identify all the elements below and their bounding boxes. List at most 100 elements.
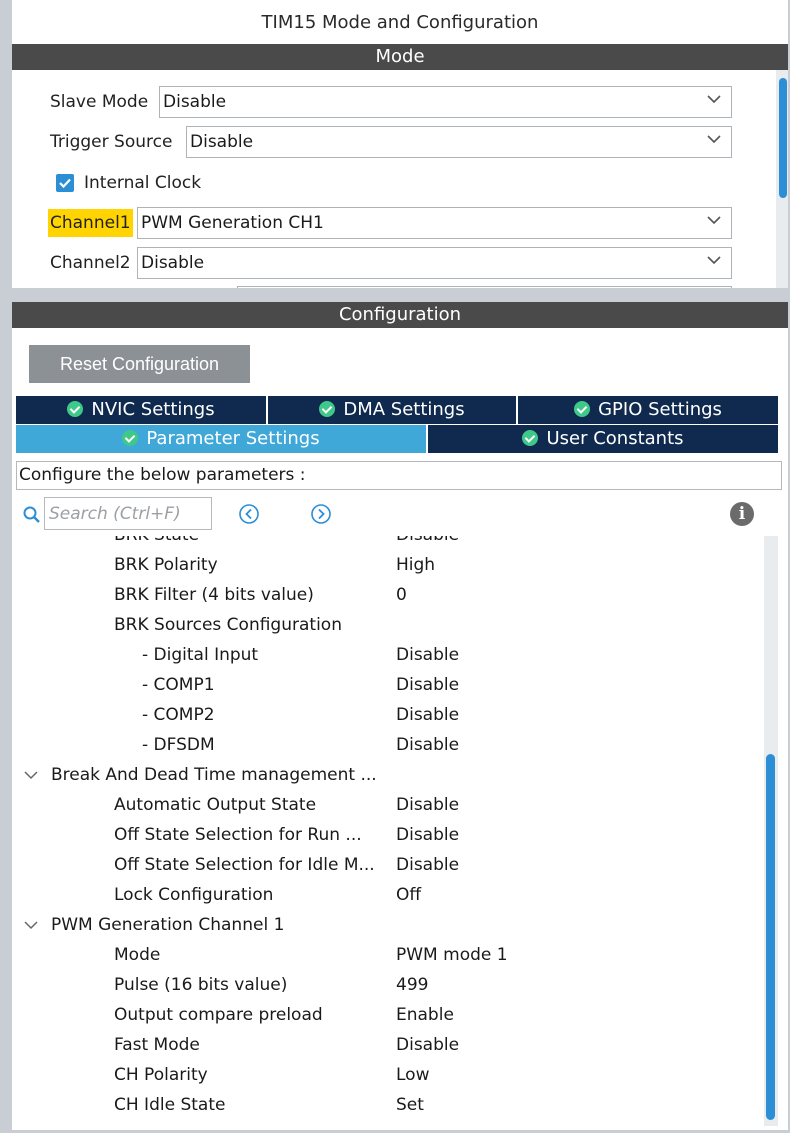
tab-dma-settings[interactable]: DMA Settings <box>268 396 516 424</box>
param-row[interactable]: BRK Sources Configuration <box>16 610 766 640</box>
param-row[interactable]: CH Polarity Low <box>16 1060 766 1090</box>
param-value: Disable <box>396 825 460 845</box>
info-icon[interactable]: i <box>730 502 754 526</box>
tab-gpio-settings[interactable]: GPIO Settings <box>518 396 778 424</box>
param-name: Off State Selection for Run ... <box>114 825 362 845</box>
param-name: Mode <box>114 945 161 965</box>
slave-mode-select[interactable]: Disable <box>159 86 732 118</box>
param-row[interactable]: Fast Mode Disable <box>16 1030 766 1060</box>
param-row[interactable]: Lock Configuration Off <box>16 880 766 910</box>
param-name: BRK Filter (4 bits value) <box>114 585 314 605</box>
internal-clock-label: Internal Clock <box>84 173 202 193</box>
param-name: Lock Configuration <box>114 885 274 905</box>
param-value: Disable <box>396 536 459 550</box>
mode-area: Slave Mode Disable Trigger Source Disabl… <box>12 70 788 288</box>
param-row[interactable]: BRK State Disable <box>16 536 766 550</box>
param-name: - DFSDM <box>142 735 215 755</box>
chevron-down-icon <box>707 95 721 104</box>
check-circle-icon <box>522 430 539 446</box>
param-group-header[interactable]: PWM Generation Channel 1 <box>16 910 766 940</box>
param-name: - COMP2 <box>142 705 215 725</box>
search-icon[interactable] <box>22 505 42 525</box>
check-circle-icon <box>67 401 84 417</box>
previous-match-icon[interactable] <box>238 503 260 525</box>
param-row[interactable]: Off State Selection for Idle M... Disabl… <box>16 850 766 880</box>
param-row[interactable]: Automatic Output State Disable <box>16 790 766 820</box>
param-value: Disable <box>396 645 460 665</box>
param-row[interactable]: BRK Filter (4 bits value) 0 <box>16 580 766 610</box>
check-circle-icon <box>122 430 139 446</box>
param-row[interactable]: - COMP1 Disable <box>16 670 766 700</box>
chevron-down-icon[interactable] <box>24 769 38 781</box>
param-group-name: PWM Generation Channel 1 <box>51 915 285 935</box>
tab-user-constants[interactable]: User Constants <box>428 425 778 453</box>
param-row[interactable]: Off State Selection for Run ... Disable <box>16 820 766 850</box>
tab-label: DMA Settings <box>343 399 465 420</box>
panel-splitter[interactable] <box>12 288 788 302</box>
internal-clock-row: Internal Clock <box>50 167 350 199</box>
param-value: Low <box>396 1065 430 1085</box>
param-name: BRK Sources Configuration <box>114 615 342 635</box>
parameter-list: BRK State Disable BRK Polarity High BRK … <box>16 536 766 1126</box>
reset-configuration-button[interactable]: Reset Configuration <box>29 345 250 383</box>
param-name: Automatic Output State <box>114 795 317 815</box>
channel2-select[interactable]: Disable <box>137 247 732 279</box>
mode-scrollbar-thumb[interactable] <box>779 78 787 198</box>
param-value: 0 <box>396 585 407 605</box>
internal-clock-checkbox[interactable] <box>56 174 74 192</box>
param-row[interactable]: - DFSDM Disable <box>16 730 766 760</box>
chevron-down-icon <box>707 216 721 225</box>
parameter-scrollbar-thumb[interactable] <box>766 754 775 1120</box>
tab-nvic-settings[interactable]: NVIC Settings <box>16 396 266 424</box>
tab-label: Parameter Settings <box>146 428 320 449</box>
mode-scrollbar[interactable] <box>776 70 788 288</box>
channel1-select[interactable]: PWM Generation CH1 <box>137 207 732 239</box>
check-circle-icon <box>319 401 336 417</box>
search-input[interactable] <box>44 497 212 530</box>
mode-section-header: Mode <box>12 44 788 70</box>
param-value: Disable <box>396 795 460 815</box>
parameters-description: Configure the below parameters : <box>16 461 782 490</box>
channel1-value: PWM Generation CH1 <box>141 213 324 233</box>
param-row[interactable]: Pulse (16 bits value) 499 <box>16 970 766 1000</box>
param-value: High <box>396 555 436 575</box>
param-value: Disable <box>396 675 460 695</box>
param-row[interactable]: - COMP2 Disable <box>16 700 766 730</box>
param-value: Disable <box>396 705 460 725</box>
param-value: Set <box>396 1095 424 1115</box>
param-name: - COMP1 <box>142 675 215 695</box>
param-value: 499 <box>396 975 429 995</box>
channel2-label: Channel2 <box>50 253 131 273</box>
check-circle-icon <box>574 401 591 417</box>
param-row[interactable]: Mode PWM mode 1 <box>16 940 766 970</box>
trigger-source-label: Trigger Source <box>50 132 173 152</box>
tab-parameter-settings[interactable]: Parameter Settings <box>16 425 426 453</box>
param-name: BRK State <box>114 536 390 550</box>
param-row[interactable]: BRK Polarity High <box>16 550 766 580</box>
checkmark-icon <box>59 178 71 189</box>
slave-mode-value: Disable <box>163 92 227 112</box>
trigger-source-value: Disable <box>190 132 254 152</box>
tab-label: User Constants <box>546 428 684 449</box>
param-value: Disable <box>396 855 460 875</box>
chevron-down-icon[interactable] <box>24 919 38 931</box>
configuration-section-header: Configuration <box>12 302 788 328</box>
parameter-scrollbar[interactable] <box>764 536 778 1126</box>
chevron-down-icon <box>707 256 721 265</box>
trigger-source-select[interactable]: Disable <box>186 126 732 158</box>
param-value: Off <box>396 885 422 905</box>
param-row[interactable]: - Digital Input Disable <box>16 640 766 670</box>
slave-mode-label: Slave Mode <box>50 92 149 112</box>
param-name: BRK Polarity <box>114 555 218 575</box>
chevron-down-icon <box>707 135 721 144</box>
tim15-config-panel: TIM15 Mode and Configuration Mode Slave … <box>12 0 788 1130</box>
param-row[interactable]: Output compare preload Enable <box>16 1000 766 1030</box>
channel1-label: Channel1 <box>48 209 133 237</box>
param-name: Output compare preload <box>114 1005 323 1025</box>
param-row[interactable]: CH Idle State Set <box>16 1090 766 1120</box>
next-match-icon[interactable] <box>310 503 332 525</box>
param-value: PWM mode 1 <box>396 945 508 965</box>
param-group-header[interactable]: Break And Dead Time management ... <box>16 760 766 790</box>
param-name: Off State Selection for Idle M... <box>114 855 375 875</box>
param-name: Fast Mode <box>114 1035 200 1055</box>
